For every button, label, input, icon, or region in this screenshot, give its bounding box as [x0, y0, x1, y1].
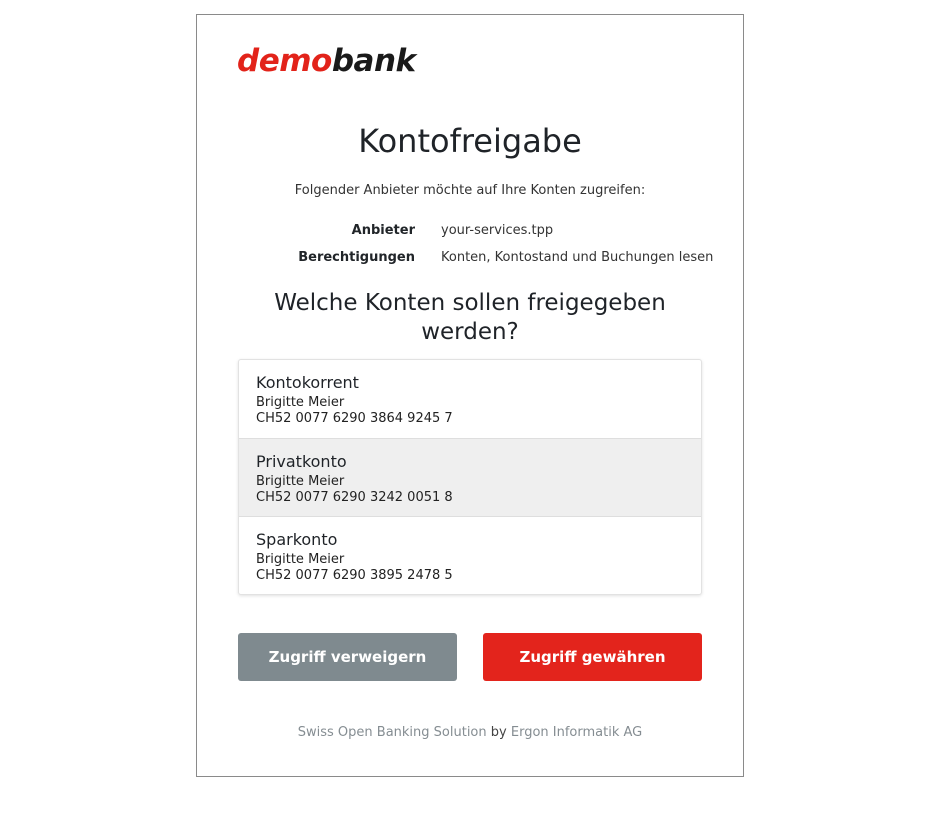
- account-question: Welche Konten sollen freigegeben werden?: [274, 290, 666, 345]
- page-subtitle: Folgender Anbieter möchte auf Ihre Konte…: [294, 183, 646, 198]
- footer-link-ergon[interactable]: Ergon Informatik AG: [511, 725, 642, 740]
- account-owner: Brigitte Meier: [256, 395, 345, 410]
- consent-card: demobank Kontofreigabe Folgender Anbiete…: [196, 14, 744, 777]
- footer-separator: by: [490, 725, 507, 740]
- account-item-kontokorrent[interactable]: Kontokorrent Brigitte Meier CH52 0077 62…: [239, 360, 701, 438]
- account-iban: CH52 0077 6290 3895 2478 5: [256, 568, 453, 583]
- account-item-sparkonto[interactable]: Sparkonto Brigitte Meier CH52 0077 6290 …: [239, 516, 701, 594]
- permissions-value: Konten, Kontostand und Buchungen lesen: [441, 250, 714, 265]
- provider-info: Anbieter your-services.tpp Berechtigunge…: [197, 221, 743, 275]
- provider-value: your-services.tpp: [441, 223, 554, 238]
- permissions-row: Berechtigungen Konten, Kontostand und Bu…: [197, 248, 743, 275]
- account-iban: CH52 0077 6290 3864 9245 7: [256, 411, 453, 426]
- provider-label: Anbieter: [351, 223, 415, 238]
- logo-demo-text: demo: [237, 43, 332, 79]
- account-name: Kontokorrent: [256, 373, 359, 392]
- account-owner: Brigitte Meier: [256, 474, 345, 489]
- account-iban: CH52 0077 6290 3242 0051 8: [256, 490, 453, 505]
- logo-bank-text: bank: [331, 43, 416, 79]
- account-list: Kontokorrent Brigitte Meier CH52 0077 62…: [238, 359, 702, 595]
- account-name: Privatkonto: [256, 452, 347, 471]
- account-name: Sparkonto: [256, 530, 338, 549]
- page-title: Kontofreigabe: [358, 122, 582, 160]
- permissions-label: Berechtigungen: [298, 250, 415, 265]
- account-owner: Brigitte Meier: [256, 552, 345, 567]
- footer-link-solution[interactable]: Swiss Open Banking Solution: [298, 725, 487, 740]
- grant-access-button[interactable]: Zugriff gewähren: [483, 633, 702, 681]
- account-item-privatkonto[interactable]: Privatkonto Brigitte Meier CH52 0077 629…: [239, 438, 701, 516]
- provider-row: Anbieter your-services.tpp: [197, 221, 743, 248]
- demobank-logo: demobank: [237, 41, 416, 81]
- deny-access-button[interactable]: Zugriff verweigern: [238, 633, 457, 681]
- footer: Swiss Open Banking Solution by Ergon Inf…: [197, 723, 743, 743]
